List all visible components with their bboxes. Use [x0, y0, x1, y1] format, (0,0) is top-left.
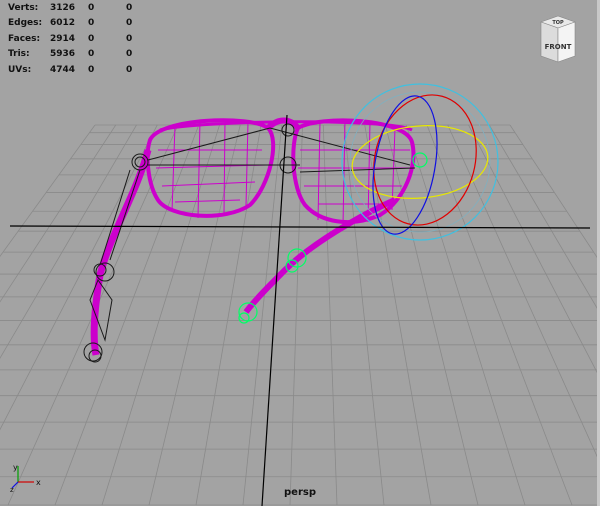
hud-label: Faces:	[8, 33, 41, 44]
hud-row: Faces: 2914 0 0	[8, 31, 166, 47]
hud-label: Tris:	[8, 49, 30, 60]
hud-value: 0	[126, 2, 133, 13]
hud-value: 6012	[50, 18, 76, 29]
hud-row: Tris: 5936 0 0	[8, 47, 166, 63]
axis-x-label: x	[36, 478, 41, 487]
perspective-viewport[interactable]: Verts: 3126 0 0 Edges: 6012 0 0 Faces: 2914 0 0 Tris…	[0, 0, 600, 506]
hud-value: 5936	[50, 49, 76, 60]
hud-row: Verts: 3126 0 0	[8, 0, 166, 16]
hud-value: 4744	[50, 64, 76, 75]
hud-value: 0	[126, 64, 133, 75]
hud-value: 0	[88, 49, 95, 60]
hud-label: Edges:	[8, 18, 43, 29]
hud-value: 0	[88, 2, 95, 13]
viewcube-front-label: FRONT	[545, 43, 572, 51]
hud-value: 2914	[50, 33, 76, 44]
camera-name-label: persp	[284, 487, 316, 498]
viewcube-top-label: TOP	[552, 20, 564, 26]
hud-value: 0	[88, 64, 95, 75]
ground-grid	[0, 124, 600, 506]
world-z-axis	[261, 114, 288, 506]
viewcube-front-face[interactable]	[557, 21, 576, 63]
world-x-axis	[9, 225, 591, 229]
axis-y-label: y	[13, 463, 18, 472]
hud-value: 0	[88, 18, 95, 29]
poly-count-hud: Verts: 3126 0 0 Edges: 6012 0 0 Faces: 2914 0 0 Tris…	[8, 0, 166, 78]
hud-value: 0	[88, 33, 95, 44]
viewcube-icon[interactable]: TOP FRONT	[538, 14, 578, 64]
hud-row: Edges: 6012 0 0	[8, 16, 166, 32]
hud-value: 0	[126, 49, 133, 60]
hud-value: 3126	[50, 2, 76, 13]
hud-value: 0	[126, 18, 133, 29]
hud-row: UVs: 4744 0 0	[8, 62, 166, 78]
hud-value: 0	[126, 33, 133, 44]
viewcube-side-face[interactable]	[540, 21, 559, 63]
hud-label: UVs:	[8, 64, 32, 75]
hud-label: Verts:	[8, 2, 39, 13]
